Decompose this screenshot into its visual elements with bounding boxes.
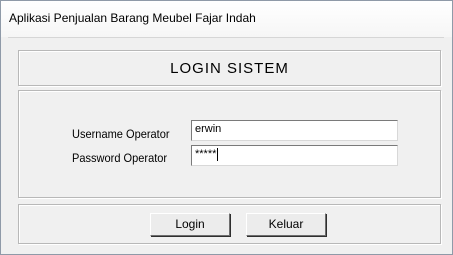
button-panel: Login Keluar (18, 204, 441, 244)
window-title: Aplikasi Penjualan Barang Meubel Fajar I… (9, 11, 256, 25)
heading-panel: LOGIN SISTEM (18, 50, 441, 86)
password-value: ***** (195, 148, 217, 160)
login-form-panel: Username Operator erwin Password Operato… (18, 90, 441, 198)
username-value: erwin (195, 123, 222, 135)
login-window: Aplikasi Penjualan Barang Meubel Fajar I… (0, 0, 453, 255)
username-label: Username Operator (72, 127, 170, 141)
password-label: Password Operator (72, 151, 168, 165)
keluar-button[interactable]: Keluar (246, 213, 326, 236)
window-client-area: LOGIN SISTEM Username Operator erwin Pas… (8, 37, 444, 250)
login-button[interactable]: Login (150, 213, 230, 236)
text-caret (217, 147, 219, 161)
password-field[interactable]: ***** (191, 145, 398, 166)
title-bar[interactable]: Aplikasi Penjualan Barang Meubel Fajar I… (1, 1, 452, 37)
page-title: LOGIN SISTEM (170, 60, 289, 77)
username-field[interactable]: erwin (191, 120, 398, 141)
